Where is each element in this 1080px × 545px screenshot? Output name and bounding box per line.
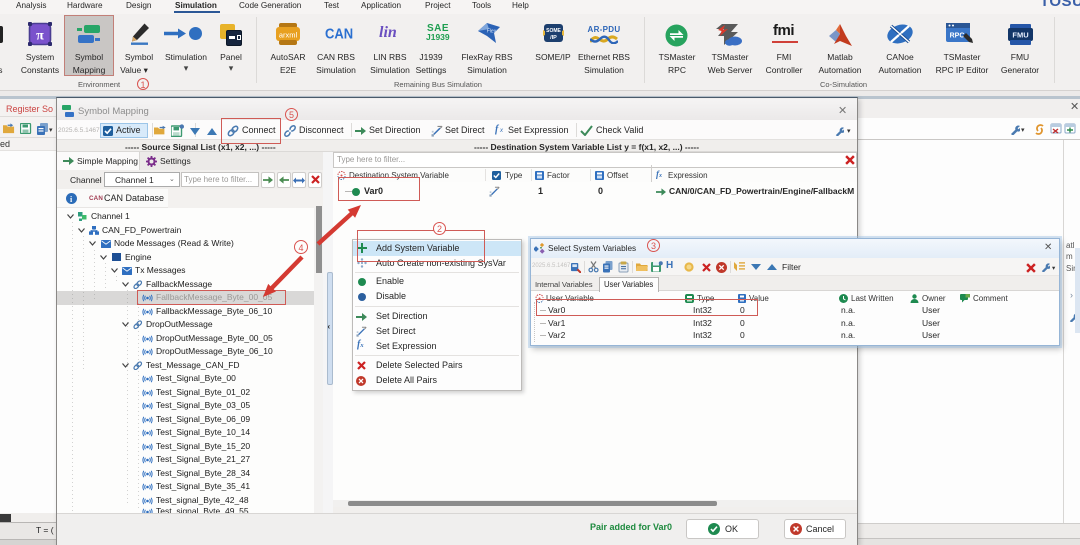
svg-text:π: π [36, 29, 44, 44]
svg-text:RPC: RPC [950, 33, 965, 40]
svg-text:SOME: SOME [546, 28, 561, 34]
svg-text:Flex: Flex [487, 29, 497, 35]
svg-text:FMU: FMU [1012, 31, 1028, 40]
svg-text:/IP: /IP [550, 35, 557, 41]
svg-text:arxml: arxml [279, 31, 298, 40]
